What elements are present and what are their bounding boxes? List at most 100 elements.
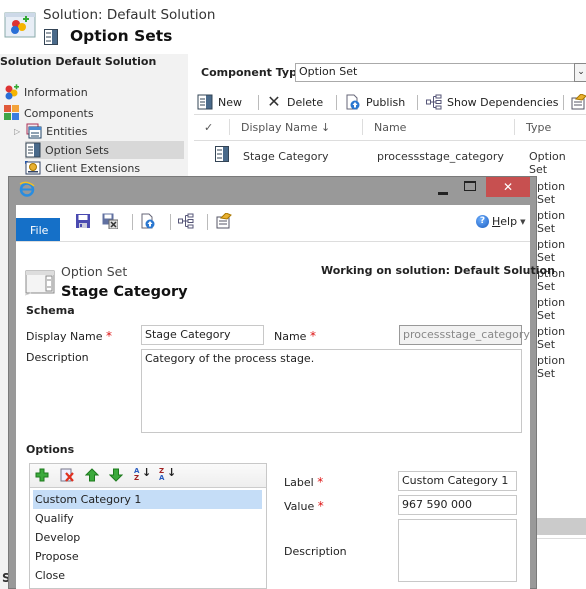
toolbar-separator <box>563 95 564 110</box>
ribbon-separator <box>207 214 208 230</box>
dependencies-icon <box>426 94 442 110</box>
sidebar-item-label: Entities <box>46 124 88 138</box>
toolbar-separator <box>258 95 259 110</box>
component-type-label: Component Type <box>201 66 305 79</box>
option-description-textarea[interactable] <box>398 519 517 582</box>
toolbar-separator <box>336 95 337 110</box>
client-extensions-icon <box>25 160 41 176</box>
maximize-button[interactable] <box>464 181 476 191</box>
ribbon-separator <box>132 214 133 230</box>
managed-properties-button[interactable] <box>571 93 586 111</box>
caret-down-icon: ▼ <box>520 217 526 226</box>
page-title: Option Sets <box>70 27 173 45</box>
column-header-type[interactable]: Type <box>526 121 551 134</box>
select-all-checkbox[interactable]: ✓ <box>204 121 213 134</box>
row-type-partial: ption Set <box>537 325 566 351</box>
required-marker: * <box>317 499 324 513</box>
sidebar-item-entities[interactable]: ▷ Entities <box>14 122 87 140</box>
form-title: Stage Category <box>61 284 188 300</box>
close-button[interactable]: ✕ <box>486 177 530 197</box>
help-label: Help <box>492 215 518 228</box>
row-type: Option Set <box>529 150 566 176</box>
display-name-label: Display Name * <box>26 329 112 343</box>
solution-icon <box>4 12 36 38</box>
row-name: processstage_category <box>377 150 504 163</box>
option-set-row-icon <box>215 146 229 162</box>
row-display-name[interactable]: Stage Category <box>243 150 329 163</box>
save-icon[interactable] <box>75 213 91 229</box>
name-label: Name * <box>274 329 316 343</box>
column-separator <box>362 119 363 135</box>
sidebar-title: Solution Default Solution <box>0 55 157 68</box>
file-tab[interactable]: File <box>16 218 60 242</box>
publish-button[interactable]: Publish <box>345 93 405 111</box>
row-type-partial: ption Set <box>537 238 566 264</box>
show-dependencies-label: Show Dependencies <box>447 95 559 109</box>
properties-icon[interactable] <box>216 213 232 229</box>
delete-button[interactable]: ✕ Delete <box>266 93 323 111</box>
option-value-input[interactable]: 967 590 000 <box>398 495 517 515</box>
expand-arrow-icon[interactable]: ▷ <box>14 127 20 136</box>
sidebar-item-label: Components <box>24 106 94 120</box>
publish-label: Publish <box>366 95 406 109</box>
option-list-item[interactable]: Close <box>33 566 262 585</box>
help-menu[interactable]: ? Help ▼ <box>476 215 525 228</box>
required-marker: * <box>309 329 316 343</box>
page-subtitle: Solution: Default Solution <box>43 7 216 23</box>
publish-icon <box>345 94 361 110</box>
sidebar-item-option-sets[interactable]: Option Sets <box>25 141 184 159</box>
description-label: Description <box>26 351 89 364</box>
description-textarea[interactable]: Category of the process stage. <box>141 349 522 433</box>
sort-descending-icon[interactable]: Z ↓ A <box>159 467 177 482</box>
ribbon-divider <box>16 241 530 242</box>
display-name-input[interactable]: Stage Category <box>141 325 264 345</box>
toolbar-separator <box>417 95 418 110</box>
working-on-solution: Working on solution: Default Solution <box>321 264 555 277</box>
option-list-item[interactable]: Develop <box>33 528 262 547</box>
option-list-item[interactable]: Custom Category 1 <box>33 490 262 509</box>
delete-option-icon[interactable] <box>60 468 74 482</box>
help-icon: ? <box>476 215 489 228</box>
chevron-down-icon[interactable]: ⌄ <box>574 63 586 82</box>
minimize-button[interactable] <box>438 192 448 195</box>
option-list-item[interactable]: Propose <box>33 547 262 566</box>
move-down-icon[interactable] <box>109 468 123 482</box>
column-header-name[interactable]: Name <box>374 121 406 134</box>
sidebar-item-label: Option Sets <box>45 143 110 157</box>
option-sets-icon <box>44 29 58 45</box>
column-header-display-name[interactable]: Display Name ↓ <box>241 121 330 134</box>
save-and-close-icon[interactable] <box>102 213 118 229</box>
new-button[interactable]: New <box>197 93 242 111</box>
option-set-form-icon <box>25 270 55 296</box>
option-sets-icon <box>25 142 41 158</box>
required-marker: * <box>106 329 112 343</box>
options-section-title: Options <box>26 443 75 456</box>
delete-label: Delete <box>287 95 324 109</box>
column-separator <box>514 119 515 135</box>
name-input[interactable]: processstage_category <box>399 325 530 345</box>
sidebar-item-information[interactable]: Information <box>4 83 88 101</box>
publish-icon[interactable] <box>140 213 156 229</box>
add-option-icon[interactable] <box>35 468 49 482</box>
option-list-item[interactable]: Qualify <box>33 509 262 528</box>
dependencies-icon[interactable] <box>178 213 194 229</box>
sidebar-item-components[interactable]: Components <box>4 104 94 122</box>
horizontal-scrollbar[interactable] <box>537 518 586 535</box>
row-type-partial: ption Set <box>537 354 566 380</box>
grid-footer-divider <box>537 538 586 539</box>
component-type-select[interactable]: Option Set <box>295 63 586 82</box>
components-icon <box>4 105 20 121</box>
sidebar-item-client-extensions[interactable]: Client Extensions <box>25 159 140 177</box>
show-dependencies-button[interactable]: Show Dependencies <box>426 93 558 111</box>
sidebar-item-label: Information <box>24 85 88 99</box>
toolbar-divider <box>194 114 586 115</box>
row-type-partial: ption Set <box>537 180 566 206</box>
form-entity-type: Option Set <box>61 264 128 279</box>
new-icon <box>197 94 213 110</box>
internet-explorer-icon <box>19 181 35 197</box>
option-label-input[interactable]: Custom Category 1 <box>398 471 517 491</box>
entities-icon <box>26 123 42 139</box>
move-up-icon[interactable] <box>85 468 99 482</box>
sort-ascending-icon[interactable]: A ↓ Z <box>134 467 152 482</box>
schema-section-title: Schema <box>26 304 75 317</box>
